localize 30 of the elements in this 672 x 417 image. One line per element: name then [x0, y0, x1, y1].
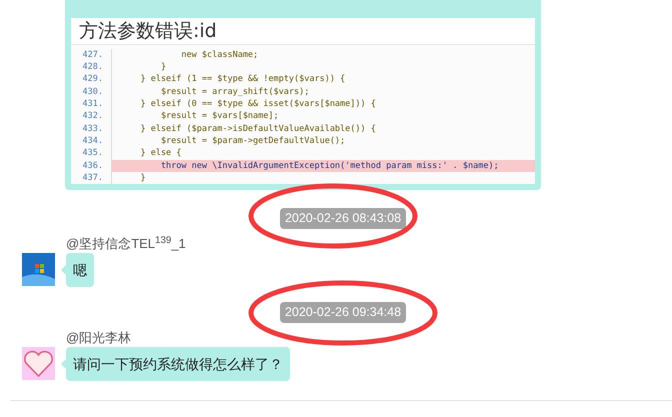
line-number: 432.	[82, 112, 104, 121]
message-bubble: 嗯	[66, 253, 94, 288]
timestamp: 2020-02-26 09:34:48	[280, 302, 406, 323]
code-line: }	[111, 172, 535, 184]
line-number: 428.	[82, 63, 104, 72]
message-bubble: 请问一下预约系统做得怎么样了？	[66, 346, 290, 381]
code-line: } elseif (0 == $type && isset($vars[$name])) {	[111, 98, 535, 110]
line-number: 427.	[82, 50, 104, 60]
code-line: $result = $param->getDefaultValue();	[111, 135, 535, 148]
code-line: new $className;	[111, 49, 535, 62]
code-line: $result = array_shift($vars);	[111, 86, 535, 98]
line-number: 436.	[82, 162, 104, 170]
code-line: $result = $vars[$name];	[111, 110, 535, 123]
line-number: 437.	[82, 174, 104, 182]
line-number: 433.	[82, 124, 104, 134]
sender-name: @阳光李林	[66, 330, 132, 346]
code-line: }	[111, 61, 535, 74]
bubble-pointer	[61, 358, 66, 369]
window-logo-avatar	[22, 253, 55, 286]
timestamp: 2020-02-26 08:43:08	[280, 208, 406, 230]
sender-name: @坚持信念TEL$^{139}$_1	[66, 236, 187, 252]
line-number: 431.	[82, 100, 104, 109]
line-number: 430.	[82, 88, 104, 96]
line-number: 435.	[82, 149, 104, 158]
bubble-pointer	[61, 265, 66, 276]
code-line: } elseif (1 == $type && !empty($vars)) {	[111, 74, 535, 86]
line-number: 429.	[82, 75, 104, 84]
heart-avatar	[22, 346, 55, 380]
line-number: 434.	[82, 136, 104, 146]
code-line: } elseif ($param->isDefaultValueAvailable()) {	[111, 122, 535, 136]
